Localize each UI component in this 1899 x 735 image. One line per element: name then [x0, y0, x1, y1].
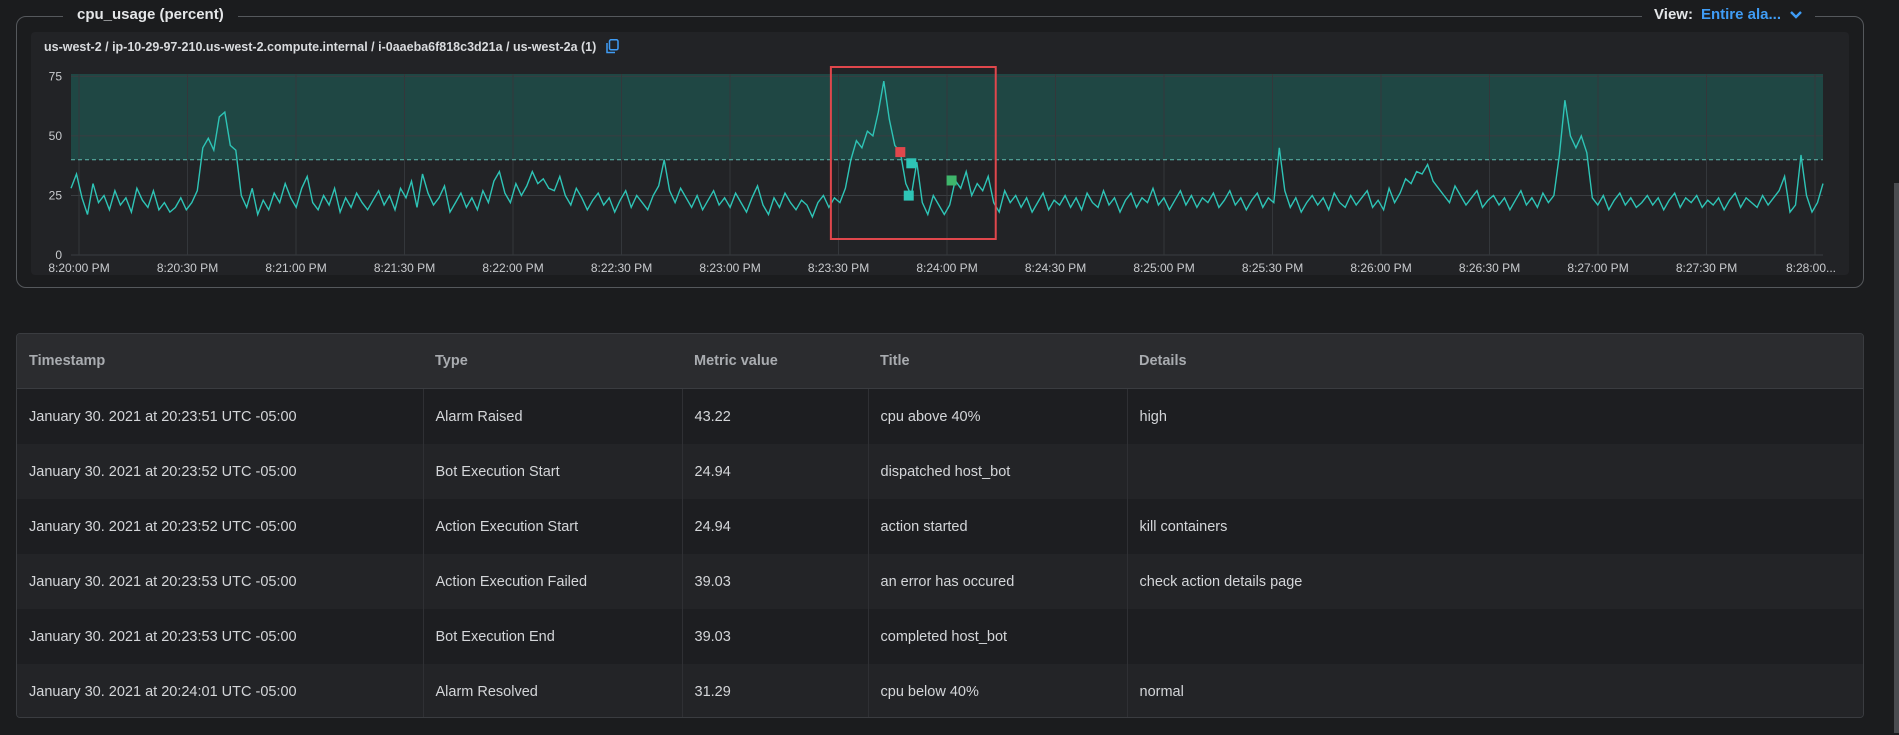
column-header-type[interactable]: Type: [423, 334, 682, 389]
table-row[interactable]: January 30. 2021 at 20:23:51 UTC -05:00 …: [17, 388, 1863, 444]
cell-type: Alarm Raised: [423, 388, 683, 444]
x-tick-label: 8:28:00...: [1786, 261, 1836, 275]
cell-type: Action Execution Start: [423, 499, 683, 554]
event-marker[interactable]: [903, 190, 914, 201]
x-tick-label: 8:20:30 PM: [157, 261, 218, 275]
event-marker[interactable]: [906, 158, 917, 169]
x-tick-label: 8:25:00 PM: [1133, 261, 1194, 275]
y-tick-label: 75: [49, 69, 63, 83]
cell-type: Alarm Resolved: [423, 664, 683, 717]
cell-type: Bot Execution Start: [423, 444, 683, 499]
event-marker[interactable]: [946, 175, 957, 186]
view-label: View:: [1654, 6, 1693, 23]
chart-area: us-west-2 / ip-10-29-97-210.us-west-2.co…: [31, 32, 1849, 275]
cell-details: [1127, 609, 1863, 664]
cell-timestamp: January 30. 2021 at 20:23:53 UTC -05:00: [17, 554, 424, 609]
x-tick-label: 8:25:30 PM: [1242, 261, 1303, 275]
view-selector[interactable]: View: Entire ala...: [1642, 6, 1815, 23]
cell-details: kill containers: [1127, 499, 1863, 554]
table-row[interactable]: January 30. 2021 at 20:24:01 UTC -05:00 …: [17, 664, 1863, 717]
y-tick-label: 25: [49, 188, 63, 202]
cell-timestamp: January 30. 2021 at 20:24:01 UTC -05:00: [17, 664, 424, 717]
cell-timestamp: January 30. 2021 at 20:23:52 UTC -05:00: [17, 499, 424, 554]
chevron-down-icon[interactable]: [1789, 10, 1803, 20]
x-tick-label: 8:26:30 PM: [1459, 261, 1520, 275]
cell-metric-value: 24.94: [682, 444, 869, 499]
x-tick-label: 8:22:00 PM: [482, 261, 543, 275]
x-tick-label: 8:22:30 PM: [591, 261, 652, 275]
cell-metric-value: 43.22: [682, 388, 869, 444]
x-tick-label: 8:21:00 PM: [265, 261, 326, 275]
column-header-details[interactable]: Details: [1127, 334, 1863, 389]
column-header-title[interactable]: Title: [868, 334, 1127, 389]
page-scrollbar[interactable]: [1894, 183, 1899, 733]
cell-metric-value: 39.03: [682, 554, 869, 609]
x-tick-label: 8:24:00 PM: [916, 261, 977, 275]
events-table: Timestamp Type Metric value Title Detail…: [16, 333, 1864, 718]
cell-title: an error has occured: [868, 554, 1128, 609]
cell-type: Bot Execution End: [423, 609, 683, 664]
event-marker[interactable]: [895, 147, 906, 158]
table-header-row: Timestamp Type Metric value Title Detail…: [17, 334, 1863, 389]
view-value[interactable]: Entire ala...: [1701, 6, 1781, 23]
cell-metric-value: 31.29: [682, 664, 869, 717]
cell-timestamp: January 30. 2021 at 20:23:53 UTC -05:00: [17, 609, 424, 664]
y-tick-label: 50: [49, 129, 63, 143]
table-row[interactable]: January 30. 2021 at 20:23:53 UTC -05:00 …: [17, 554, 1863, 609]
y-tick-label: 0: [55, 248, 62, 262]
column-header-timestamp[interactable]: Timestamp: [17, 334, 423, 389]
x-tick-label: 8:23:30 PM: [808, 261, 869, 275]
cell-details: check action details page: [1127, 554, 1863, 609]
table-row[interactable]: January 30. 2021 at 20:23:53 UTC -05:00 …: [17, 609, 1863, 664]
cell-title: cpu above 40%: [868, 388, 1128, 444]
cell-timestamp: January 30. 2021 at 20:23:52 UTC -05:00: [17, 444, 424, 499]
cell-details: [1127, 444, 1863, 499]
x-tick-label: 8:23:00 PM: [699, 261, 760, 275]
cell-title: dispatched host_bot: [868, 444, 1128, 499]
cell-type: Action Execution Failed: [423, 554, 683, 609]
x-tick-label: 8:21:30 PM: [374, 261, 435, 275]
table-row[interactable]: January 30. 2021 at 20:23:52 UTC -05:00 …: [17, 444, 1863, 499]
chart-panel: cpu_usage (percent) View: Entire ala... …: [16, 6, 1864, 288]
x-tick-label: 8:24:30 PM: [1025, 261, 1086, 275]
cell-title: completed host_bot: [868, 609, 1128, 664]
cell-metric-value: 24.94: [682, 499, 869, 554]
x-tick-label: 8:27:30 PM: [1676, 261, 1737, 275]
x-tick-label: 8:20:00 PM: [48, 261, 109, 275]
cell-title: cpu below 40%: [868, 664, 1128, 717]
x-tick-label: 8:27:00 PM: [1567, 261, 1628, 275]
x-tick-label: 8:26:00 PM: [1350, 261, 1411, 275]
panel-title: cpu_usage (percent): [63, 6, 238, 23]
column-header-metric-value[interactable]: Metric value: [682, 334, 868, 389]
cell-title: action started: [868, 499, 1128, 554]
cell-metric-value: 39.03: [682, 609, 869, 664]
table-row[interactable]: January 30. 2021 at 20:23:52 UTC -05:00 …: [17, 499, 1863, 554]
cell-details: normal: [1127, 664, 1863, 717]
cell-timestamp: January 30. 2021 at 20:23:51 UTC -05:00: [17, 388, 424, 444]
cpu-usage-chart[interactable]: 0 25 50 75 8:20:00 PM 8:20:30 PM 8:21:00 PM 8:2…: [31, 32, 1849, 275]
cell-details: high: [1127, 388, 1863, 444]
